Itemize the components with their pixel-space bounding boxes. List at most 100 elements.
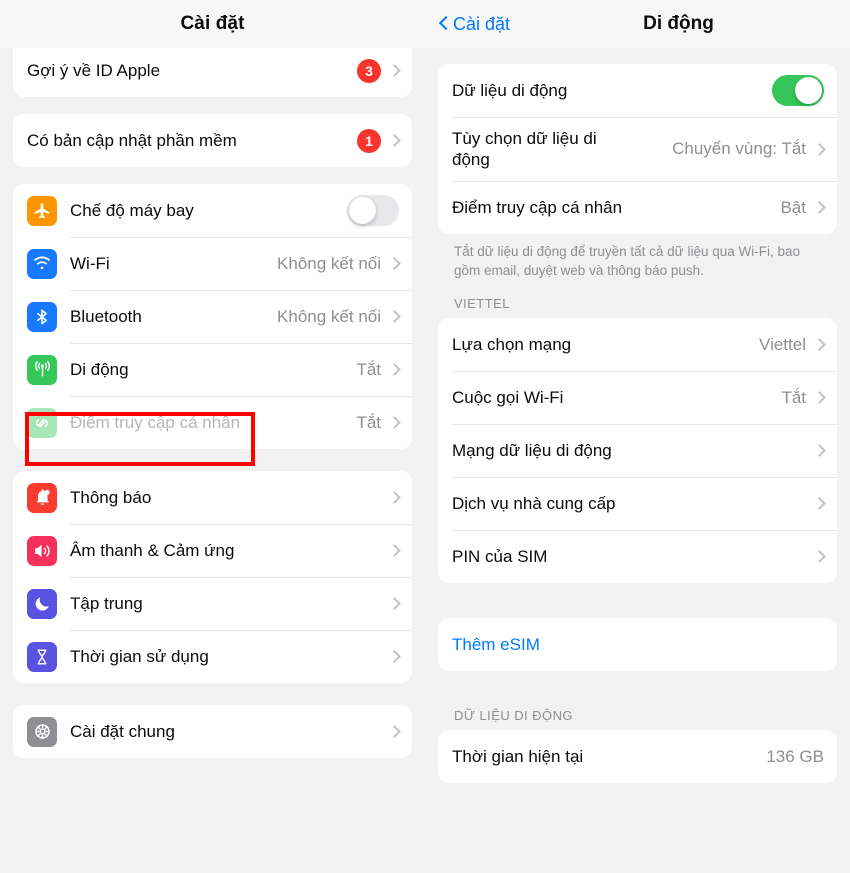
wifi-icon [27,248,57,279]
airplane-icon [27,195,57,226]
chevron-right-icon [390,724,399,739]
row-network-selection[interactable]: Lựa chọn mạng Viettel [438,318,837,371]
section-header-viettel: VIETTEL [454,296,510,312]
row-value: Không kết nối [277,253,381,273]
chevron-right-icon [815,337,824,352]
row-general-settings[interactable]: Cài đặt chung [13,705,412,758]
row-value: Tắt [781,387,806,407]
row-cellular-data-network[interactable]: Mạng dữ liệu di động [438,424,837,477]
row-label: Tập trung [70,593,143,613]
airplane-mode-toggle[interactable] [347,195,399,226]
moon-icon [27,588,57,619]
row-personal-hotspot[interactable]: Điểm truy cập cá nhân Bật [438,181,837,234]
row-label: Âm thanh & Cảm ứng [70,540,235,560]
chevron-right-icon [390,362,399,377]
group-viettel: Lựa chọn mạng Viettel Cuộc gọi Wi-Fi Tắt… [438,318,837,584]
row-label: Cuộc gọi Wi-Fi [452,388,564,408]
row-screen-time[interactable]: Thời gian sử dụng [13,630,412,683]
row-value: Tắt [356,412,381,432]
chevron-right-icon [390,415,399,430]
settings-navbar: Cài đặt [0,0,425,48]
row-personal-hotspot[interactable]: Điểm truy cập cá nhân Tắt [13,396,412,449]
row-focus[interactable]: Tập trung [13,577,412,630]
cellular-icon [27,354,57,385]
chevron-right-icon [390,256,399,271]
row-cellular-data-options[interactable]: Tùy chọn dữ liệu di động Chuyển vùng: Tắ… [438,117,837,181]
row-label: Điểm truy cập cá nhân [452,197,623,217]
row-label: Có bản cập nhật phần mềm [27,130,237,150]
group-connectivity: Chế độ máy bay Wi-Fi Không kết nối Bluet [13,184,412,449]
row-label: PIN của SIM [452,547,548,567]
chevron-right-icon [390,63,399,78]
row-value: Bật [780,197,806,217]
row-notifications[interactable]: Thông báo [13,471,412,524]
row-software-update[interactable]: Có bản cập nhật phần mềm 1 [13,114,412,167]
bell-icon [27,482,57,513]
row-label: Tùy chọn dữ liệu di động [452,128,597,169]
chevron-right-icon [390,309,399,324]
group-software-update: Có bản cập nhật phần mềm 1 [13,114,412,167]
row-cellular[interactable]: Di động Tắt [13,343,412,396]
row-label: Lựa chọn mạng [452,335,572,355]
gear-icon [27,716,57,747]
row-label: Di động [70,359,129,379]
chevron-right-icon [815,390,824,405]
chevron-right-icon [390,133,399,148]
status-badge: 3 [357,58,381,83]
row-airplane-mode[interactable]: Chế độ máy bay [13,184,412,237]
row-sounds-haptics[interactable]: Âm thanh & Cảm ứng [13,524,412,577]
back-button[interactable]: Cài đặt [439,14,510,35]
row-label: Dữ liệu di động [452,80,568,100]
chevron-left-icon [439,15,450,33]
row-apple-id-suggestion[interactable]: Gợi ý về ID Apple 3 [13,44,412,97]
row-wifi-calling[interactable]: Cuộc gọi Wi-Fi Tắt [438,371,837,424]
row-label: Gợi ý về ID Apple [27,60,161,80]
chevron-right-icon [390,596,399,611]
screenshot-root: Cài đặt Gợi ý về ID Apple 3 Có bản cập n… [0,0,850,873]
row-label: Chế độ máy bay [70,200,194,220]
row-label: Wi-Fi [70,253,110,273]
row-bluetooth[interactable]: Bluetooth Không kết nối [13,290,412,343]
row-label: Thời gian hiện tại [452,747,584,767]
cellular-panel: Cài đặt Di động Dữ liệu di động Tùy chọn… [425,0,850,873]
row-value: Không kết nối [277,306,381,326]
cellular-data-toggle[interactable] [772,75,824,106]
row-label: Thông báo [70,487,152,507]
group-apple-id-suggestion: Gợi ý về ID Apple 3 [13,44,412,97]
back-label: Cài đặt [453,13,511,34]
chevron-right-icon [390,649,399,664]
group-data-usage: Thời gian hiện tại 136 GB [438,730,837,784]
settings-list: Gợi ý về ID Apple 3 Có bản cập nhật phần… [0,44,425,758]
bluetooth-icon [27,301,57,332]
row-carrier-services[interactable]: Dịch vụ nhà cung cấp [438,477,837,530]
settings-panel: Cài đặt Gợi ý về ID Apple 3 Có bản cập n… [0,0,425,873]
group-add-esim: Thêm eSIM [438,618,837,672]
group-general: Cài đặt chung [13,705,412,758]
chevron-right-icon [815,142,824,157]
row-value: Tắt [356,359,381,379]
row-value: Chuyển vùng: Tắt [672,139,806,158]
row-label: Dịch vụ nhà cung cấp [452,494,616,514]
page-title: Cài đặt [180,13,245,34]
group-cellular-data: Dữ liệu di động Tùy chọn dữ liệu di động… [438,64,837,234]
row-add-esim[interactable]: Thêm eSIM [438,618,837,671]
row-label: Thời gian sử dụng [70,646,209,666]
row-sim-pin[interactable]: PIN của SIM [438,530,837,583]
speaker-icon [27,535,57,566]
row-cellular-data[interactable]: Dữ liệu di động [438,64,837,117]
cellular-list: Dữ liệu di động Tùy chọn dữ liệu di động… [425,48,850,784]
row-label: Mạng dữ liệu di động [452,441,612,461]
section-header-data-usage: DỮ LIỆU DI ĐỘNG [454,708,573,724]
chevron-right-icon [390,543,399,558]
row-label: Điểm truy cập cá nhân [70,412,241,432]
chevron-right-icon [390,490,399,505]
status-badge: 1 [357,128,381,153]
row-label: Bluetooth [70,306,142,326]
cellular-data-footnote: Tắt dữ liệu di động để truyền tất cả dữ … [454,244,801,278]
row-current-period[interactable]: Thời gian hiện tại 136 GB [438,730,837,783]
row-value: 136 GB [766,746,824,766]
chevron-right-icon [815,200,824,215]
row-wifi[interactable]: Wi-Fi Không kết nối [13,237,412,290]
